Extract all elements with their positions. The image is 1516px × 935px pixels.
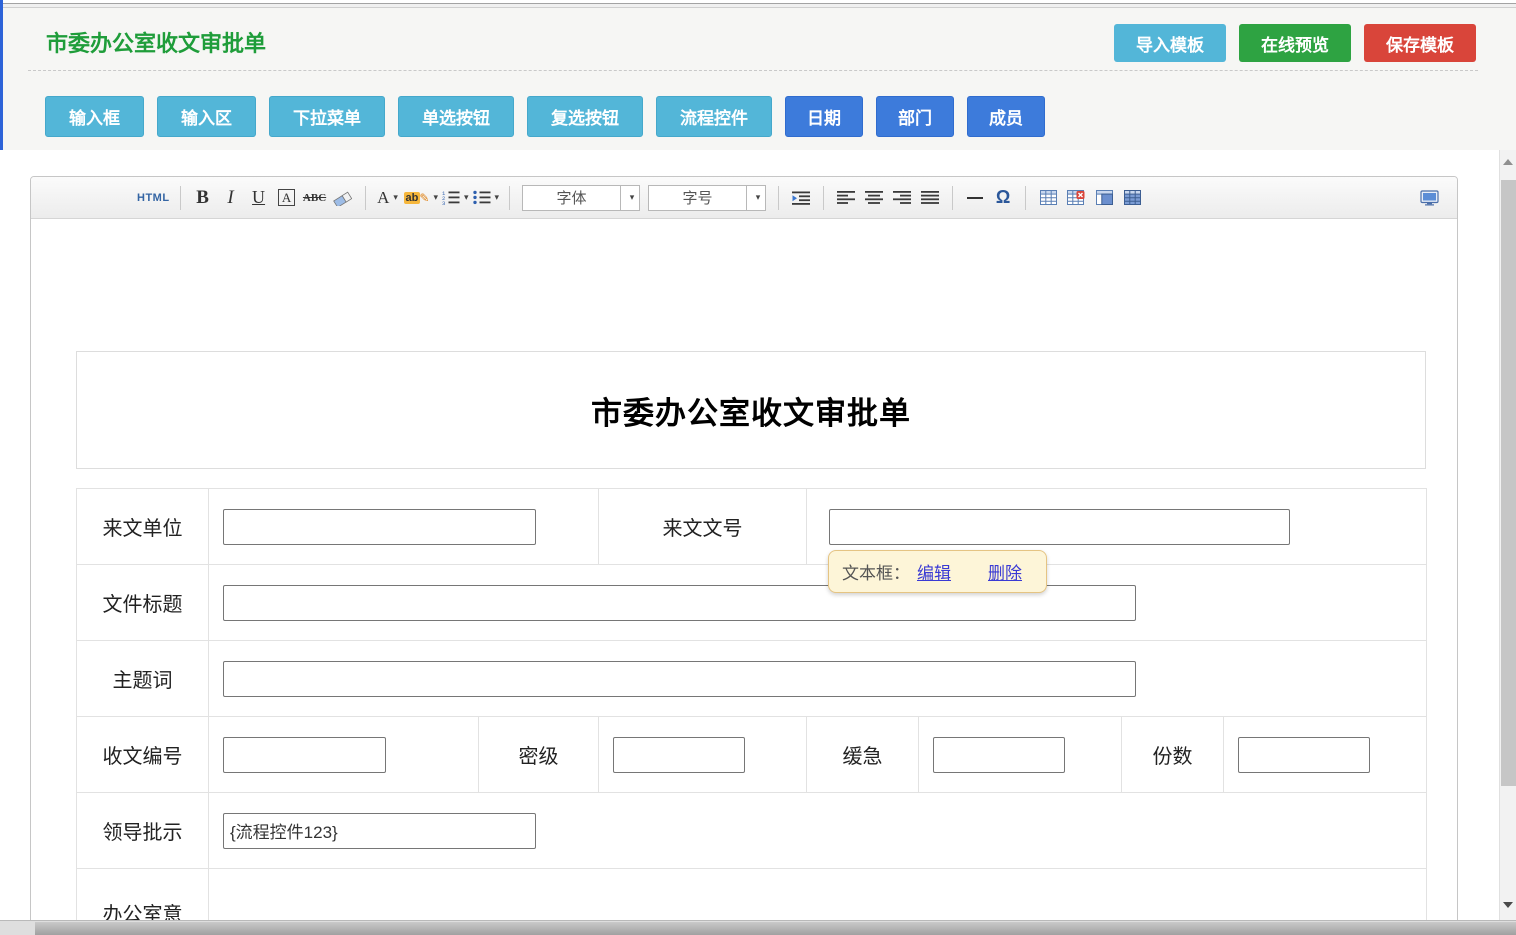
font-family-select[interactable]: 字体 ▾ <box>522 185 640 211</box>
input-box-button[interactable]: 输入框 <box>45 96 144 137</box>
leader-comments-control[interactable] <box>223 813 536 849</box>
scroll-down-arrow-icon[interactable] <box>1503 902 1513 908</box>
horizontal-scrollbar[interactable] <box>0 920 1516 935</box>
member-button[interactable]: 成员 <box>967 96 1045 137</box>
import-template-button[interactable]: 导入模板 <box>1114 24 1226 62</box>
checkbox-button[interactable]: 复选按钮 <box>527 96 643 137</box>
form-title: 市委办公室收文审批单 <box>591 388 911 433</box>
incoming-doc-number-input[interactable] <box>829 509 1290 545</box>
date-button[interactable]: 日期 <box>785 96 863 137</box>
scroll-up-arrow-icon[interactable] <box>1503 159 1513 165</box>
table-row: 来文单位 来文文号 <box>77 489 1427 565</box>
form-title-box: 市委办公室收文审批单 <box>76 351 1426 469</box>
flow-control-button[interactable]: 流程控件 <box>656 96 772 137</box>
online-preview-button[interactable]: 在线预览 <box>1239 24 1351 62</box>
toolbar-separator <box>365 186 366 210</box>
label-document-title: 文件标题 <box>77 565 209 641</box>
cell-properties-icon[interactable] <box>1092 185 1116 211</box>
tooltip-delete-link[interactable]: 删除 <box>988 559 1022 584</box>
strikethrough-icon[interactable]: ABC <box>303 185 327 211</box>
table-row: 文件标题 <box>77 565 1427 641</box>
header-actions: 导入模板 在线预览 保存模板 <box>1114 24 1476 62</box>
toolbar-separator <box>823 186 824 210</box>
form-table: 来文单位 来文文号 文件标题 主题词 收文编号 密级 缓急 份数 <box>76 488 1427 935</box>
table-properties-icon[interactable] <box>1120 185 1144 211</box>
chevron-down-icon: ▾ <box>620 186 639 210</box>
input-area-button[interactable]: 输入区 <box>157 96 256 137</box>
unordered-list-icon[interactable]: ▾ <box>473 185 500 211</box>
security-level-input[interactable] <box>613 737 745 773</box>
editor-document[interactable]: 市委办公室收文审批单 来文单位 来文文号 文件标题 主题词 收文 <box>31 219 1457 935</box>
textbox-hover-tooltip: 文本框： 编辑 删除 <box>828 550 1047 593</box>
receipt-number-input[interactable] <box>223 737 386 773</box>
table-row: 收文编号 密级 缓急 份数 <box>77 717 1427 793</box>
highlight-color-icon[interactable]: ab✎▾ <box>404 185 438 211</box>
top-panel: 市委办公室收文审批单 导入模板 在线预览 保存模板 输入框 输入区 下拉菜单 单… <box>0 8 1516 150</box>
tooltip-label: 文本框： <box>842 559 910 584</box>
ordered-list-icon[interactable]: 123 ▾ <box>442 185 469 211</box>
horizontal-rule-icon[interactable] <box>963 185 987 211</box>
dropdown-button[interactable]: 下拉菜单 <box>269 96 385 137</box>
bold-icon[interactable]: B <box>191 185 215 211</box>
remove-format-eraser-icon[interactable] <box>331 185 355 211</box>
table-row: 领导批示 <box>77 793 1427 869</box>
vertical-scrollbar[interactable] <box>1499 150 1516 920</box>
toolbar-separator <box>952 186 953 210</box>
align-center-icon[interactable] <box>862 185 886 211</box>
label-urgency: 缓急 <box>807 717 919 793</box>
subject-words-input[interactable] <box>223 661 1136 697</box>
component-toolbar: 输入框 输入区 下拉菜单 单选按钮 复选按钮 流程控件 日期 部门 成员 <box>45 96 1045 137</box>
font-color-icon[interactable]: A▾ <box>376 185 400 211</box>
label-incoming-unit: 来文单位 <box>77 489 209 565</box>
department-button[interactable]: 部门 <box>876 96 954 137</box>
toolbar-separator <box>180 186 181 210</box>
html-source-icon[interactable]: HTML <box>137 185 170 211</box>
horizontal-scrollbar-thumb[interactable] <box>35 922 1516 935</box>
tooltip-edit-link[interactable]: 编辑 <box>917 559 951 584</box>
toolbar-separator <box>1025 186 1026 210</box>
label-subject-words: 主题词 <box>77 641 209 717</box>
page-title: 市委办公室收文审批单 <box>46 26 266 58</box>
font-size-select[interactable]: 字号 ▾ <box>648 185 766 211</box>
align-right-icon[interactable] <box>890 185 914 211</box>
special-char-icon[interactable]: Ω <box>991 185 1015 211</box>
fullscreen-icon[interactable] <box>1417 185 1441 211</box>
editor-toolbar: HTML B I U A ABC A▾ ab✎▾ 123 ▾ <box>31 177 1457 219</box>
insert-table-icon[interactable] <box>1036 185 1060 211</box>
toolbar-separator <box>509 186 510 210</box>
copies-input[interactable] <box>1238 737 1370 773</box>
align-justify-icon[interactable] <box>918 185 942 211</box>
window-top-edge <box>0 0 1516 8</box>
label-incoming-doc-number: 来文文号 <box>599 489 807 565</box>
rich-text-editor: HTML B I U A ABC A▾ ab✎▾ 123 ▾ <box>30 176 1458 935</box>
save-template-button[interactable]: 保存模板 <box>1364 24 1476 62</box>
delete-table-icon[interactable] <box>1064 185 1088 211</box>
indent-icon[interactable] <box>789 185 813 211</box>
label-receipt-number: 收文编号 <box>77 717 209 793</box>
quote-block-icon[interactable]: A <box>275 185 299 211</box>
radio-button[interactable]: 单选按钮 <box>398 96 514 137</box>
label-leader-comments: 领导批示 <box>77 793 209 869</box>
left-blue-strip <box>0 0 3 150</box>
table-row: 主题词 <box>77 641 1427 717</box>
align-left-icon[interactable] <box>834 185 858 211</box>
incoming-unit-input[interactable] <box>223 509 536 545</box>
urgency-input[interactable] <box>933 737 1065 773</box>
toolbar-separator <box>778 186 779 210</box>
vertical-scrollbar-thumb[interactable] <box>1501 180 1516 786</box>
label-copies: 份数 <box>1122 717 1224 793</box>
svg-text:3: 3 <box>442 200 445 205</box>
label-security-level: 密级 <box>479 717 599 793</box>
chevron-down-icon: ▾ <box>746 186 765 210</box>
italic-icon[interactable]: I <box>219 185 243 211</box>
dashed-separator <box>28 70 1478 71</box>
underline-icon[interactable]: U <box>247 185 271 211</box>
